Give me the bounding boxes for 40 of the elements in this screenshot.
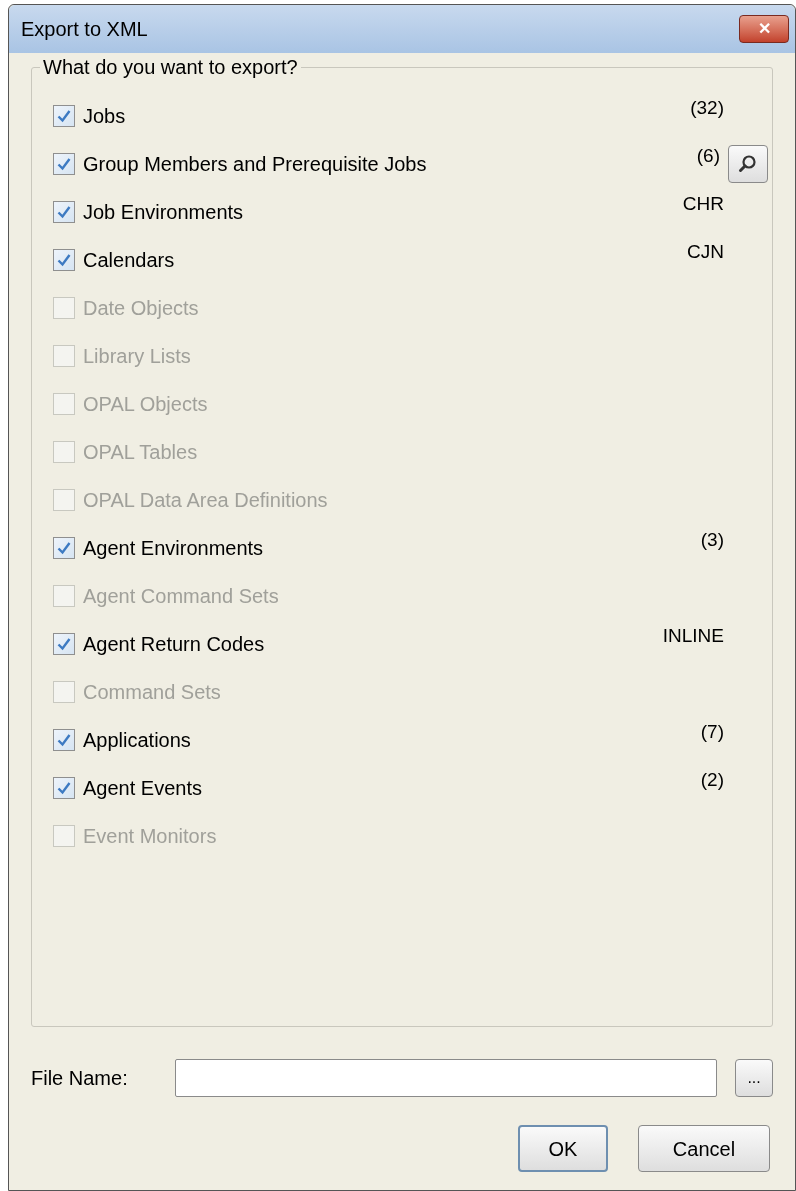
checkbox-label: Agent Command Sets xyxy=(83,584,279,609)
count-label: CJN xyxy=(687,240,724,264)
checkbox[interactable] xyxy=(53,249,75,271)
checkbox[interactable] xyxy=(53,537,75,559)
browse-button[interactable]: ... xyxy=(735,1059,773,1097)
dialog-button[interactable]: OK xyxy=(518,1125,608,1172)
checkbox-label: Command Sets xyxy=(83,680,221,705)
dialog-button[interactable]: Cancel xyxy=(638,1125,770,1172)
field-label: File Name: xyxy=(31,1066,129,1091)
checkbox-label: Group Members and Prerequisite Jobs xyxy=(83,152,427,177)
count-label: (7) xyxy=(700,720,724,744)
file-name-field[interactable] xyxy=(175,1059,718,1097)
checkbox-label: OPAL Data Area Definitions xyxy=(83,488,328,513)
checkbox-label: Applications xyxy=(83,728,191,753)
checkbox-label: Library Lists xyxy=(83,344,191,369)
window-title: Export to XML xyxy=(21,17,148,42)
search-button[interactable] xyxy=(728,145,768,183)
count-label: (3) xyxy=(700,528,724,552)
checkbox[interactable] xyxy=(53,105,75,127)
checkbox-label: Job Environments xyxy=(83,200,244,225)
count-label: CHR xyxy=(682,192,724,216)
count-label: (6) xyxy=(696,144,720,168)
checkbox-label: Calendars xyxy=(83,248,175,273)
checkbox-label: Agent Return Codes xyxy=(83,632,265,657)
checkbox[interactable] xyxy=(53,633,75,655)
checkbox[interactable] xyxy=(53,777,75,799)
checkbox[interactable] xyxy=(53,729,75,751)
checkbox[interactable] xyxy=(53,201,75,223)
checkbox-label: Event Monitors xyxy=(83,824,217,849)
checkbox[interactable] xyxy=(53,153,75,175)
checkbox-label: Date Objects xyxy=(83,296,199,321)
checkbox-label: OPAL Tables xyxy=(83,440,198,465)
search-icon xyxy=(738,154,758,174)
checkbox-label: OPAL Objects xyxy=(83,392,208,417)
count-label: (2) xyxy=(700,768,724,792)
count-label: INLINE xyxy=(662,624,724,648)
checkbox-label: Agent Events xyxy=(83,776,202,801)
count-label: (32) xyxy=(690,96,724,120)
checkbox-label: Jobs xyxy=(83,104,126,129)
checkbox-label: Agent Environments xyxy=(83,536,264,561)
